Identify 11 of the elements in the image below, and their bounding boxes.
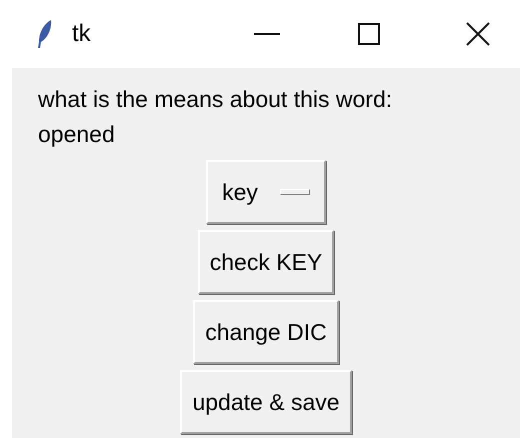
action-button[interactable]: check KEY xyxy=(198,230,334,294)
feather-icon xyxy=(36,18,54,50)
indicator-icon xyxy=(280,189,310,195)
window-title: tk xyxy=(72,19,91,49)
close-icon[interactable] xyxy=(466,22,490,46)
prompt-text: what is the means about this word: xyxy=(38,85,392,114)
prompt-text: opened xyxy=(38,120,116,149)
option-menu[interactable]: key xyxy=(206,160,326,224)
action-button[interactable]: update & save xyxy=(180,370,352,434)
action-button[interactable]: change DIC xyxy=(193,300,339,364)
maximize-icon[interactable] xyxy=(358,23,380,45)
